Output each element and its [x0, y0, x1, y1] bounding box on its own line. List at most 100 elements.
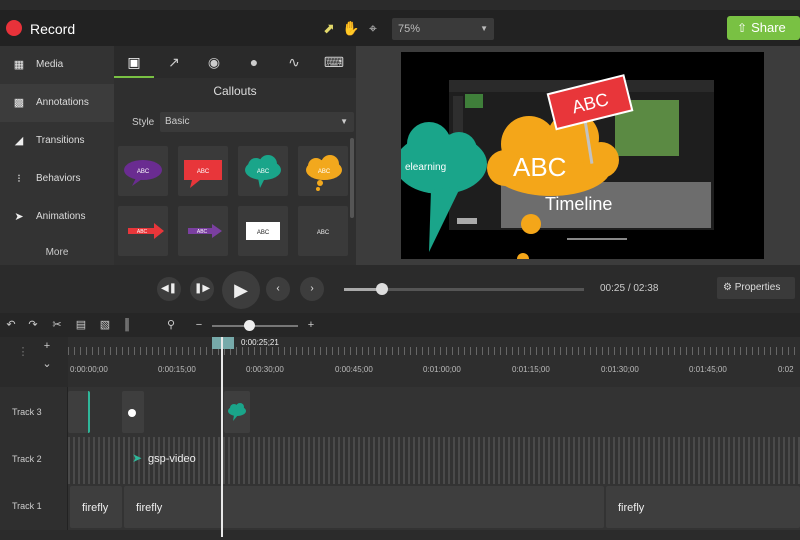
timeline-text: Timeline [545, 194, 612, 214]
next-icon[interactable]: › [300, 277, 324, 301]
sidebar-item-transitions[interactable]: ◢ Transitions [0, 122, 114, 160]
text-callout-icon: ABC [317, 230, 330, 236]
callout-thumb[interactable]: ABC [238, 206, 288, 256]
callouts-panel: ▣ ↗ ◉ ● ∿ ⌨ Callouts Style Basic ▼ ABC A… [114, 46, 356, 265]
hand-icon[interactable]: ✋ [340, 18, 362, 38]
add-track-icon[interactable]: + [40, 339, 54, 353]
step-forward-icon[interactable]: ❚▶ [190, 277, 214, 301]
callout-thumb[interactable]: ABC [118, 206, 168, 256]
split-icon[interactable]: ║ [120, 318, 134, 332]
timeline-ruler[interactable]: + ⌄ ⋮ 0:00:25;21 0:00:00;00 0:00:15;00 0… [0, 337, 800, 387]
crop-icon[interactable]: ⌖ [362, 18, 384, 38]
callout-thumb[interactable]: ABC [238, 146, 288, 196]
total-time: 02:38 [633, 283, 659, 294]
chevron-down-icon: ▼ [340, 117, 348, 126]
playhead-line[interactable] [221, 337, 223, 537]
sidebar-item-behaviors[interactable]: ⁝ Behaviors [0, 160, 114, 198]
track-header[interactable]: Track 1 [0, 484, 68, 530]
zoom-select[interactable]: 75% ▼ [392, 18, 494, 40]
canvas-area: elearning ABC ABC Timeline [356, 46, 800, 265]
time-separator: / [627, 283, 631, 294]
ruler-label: 0:01:45;00 [689, 365, 727, 374]
pointer-icon[interactable]: ⬈ [318, 18, 340, 38]
ruler-label: 0:01:00;00 [423, 365, 461, 374]
top-toolbar: Record ⬈ ✋ ⌖ 75% ▼ ⇧ Share [0, 10, 800, 46]
cut-icon[interactable]: ✂ [50, 318, 64, 332]
sidebar-item-annotations[interactable]: ▩ Annotations [0, 84, 114, 122]
track-lane[interactable]: firefly firefly firefly [68, 484, 800, 530]
more-button[interactable]: More [0, 242, 114, 264]
zoom-in-icon[interactable]: + [304, 318, 318, 332]
blur-tab-icon[interactable]: ● [234, 46, 274, 78]
svg-text:ABC: ABC [257, 169, 270, 175]
svg-text:ABC: ABC [317, 230, 330, 236]
svg-text:elearning: elearning [405, 162, 446, 173]
callout-clip[interactable] [224, 391, 250, 433]
keyframe-icon [128, 409, 136, 417]
keystroke-tab-icon[interactable]: ⌨ [314, 46, 354, 78]
track-1: Track 1 firefly firefly firefly [0, 484, 800, 530]
redo-icon[interactable]: ↷ [26, 318, 40, 332]
style-value: Basic [165, 116, 190, 127]
share-icon: ⇧ [737, 21, 748, 35]
playback-scrubber[interactable] [344, 283, 584, 295]
timeline-clip[interactable]: firefly [606, 486, 800, 528]
svg-text:ABC: ABC [197, 169, 210, 175]
timeline-clip[interactable] [68, 391, 90, 433]
paste-icon[interactable]: ▧ [98, 318, 112, 332]
callout-thumb[interactable]: ABC [298, 146, 348, 196]
ruler-label: 0:01:15;00 [512, 365, 550, 374]
preview-canvas[interactable]: elearning ABC ABC Timeline [401, 52, 764, 259]
timeline-clip[interactable]: firefly [70, 486, 122, 528]
track-header[interactable]: Track 2 [0, 437, 68, 484]
callout-thumb[interactable]: ABC [298, 206, 348, 256]
track-3: Track 3 [0, 387, 800, 437]
current-time: 00:25 [600, 283, 626, 294]
zoom-out-icon[interactable]: − [192, 318, 206, 332]
share-button[interactable]: ⇧ Share [727, 16, 800, 40]
timeline-clip[interactable] [122, 391, 144, 433]
record-button[interactable]: Record [30, 21, 75, 37]
arrow-tab-icon[interactable]: ↗ [154, 46, 194, 78]
annotation-tabs: ▣ ↗ ◉ ● ∿ ⌨ [114, 46, 356, 78]
chevron-down-icon[interactable]: ⌄ [40, 357, 54, 371]
arrow-callout-icon: ABC [188, 224, 222, 238]
sketch-tab-icon[interactable]: ∿ [274, 46, 314, 78]
callout-tab-icon[interactable]: ▣ [114, 46, 154, 78]
playhead-handle[interactable] [212, 337, 234, 349]
ruler-label: 0:01:30;00 [601, 365, 639, 374]
magnify-icon: ⋮ [17, 346, 29, 358]
track-header[interactable]: Track 3 [0, 387, 68, 437]
zoom-slider-knob[interactable] [244, 320, 255, 331]
previous-icon[interactable]: ‹ [266, 277, 290, 301]
timeline-zoom-slider[interactable] [212, 325, 298, 327]
track-lane[interactable]: ➤ gsp-video [68, 437, 800, 484]
copy-icon[interactable]: ▤ [74, 318, 88, 332]
ruler-label: 0:00:00;00 [70, 365, 108, 374]
step-back-icon[interactable]: ◀❚ [157, 277, 181, 301]
callout-thumb[interactable]: ABC [118, 146, 168, 196]
record-icon[interactable] [6, 20, 22, 36]
search-icon[interactable]: ⚲ [164, 318, 178, 332]
svg-text:ABC: ABC [197, 229, 208, 235]
play-icon[interactable]: ▶ [222, 271, 260, 309]
sidebar-item-animations[interactable]: ➤ Animations [0, 198, 114, 236]
track-lane[interactable] [68, 387, 800, 437]
properties-label: Properties [734, 282, 781, 293]
callout-thumb[interactable]: ABC [178, 146, 228, 196]
panel-scrollbar[interactable] [350, 138, 354, 218]
undo-icon[interactable]: ↶ [4, 318, 18, 332]
callout-thumb[interactable]: ABC [178, 206, 228, 256]
timeline-clip[interactable]: firefly [124, 486, 604, 528]
shape-tab-icon[interactable]: ◉ [194, 46, 234, 78]
properties-button[interactable]: ⚙ Properties [717, 277, 795, 299]
clip-label: gsp-video [148, 453, 196, 465]
behaviors-icon: ⁝ [17, 173, 21, 185]
sidebar-item-label: Animations [36, 211, 86, 222]
svg-text:ABC: ABC [513, 152, 566, 182]
scrubber-knob[interactable] [376, 283, 389, 295]
media-icon: ▦ [13, 59, 25, 71]
tools-sidebar: ▦ Media ▩ Annotations ◢ Transitions ⁝ Be… [0, 46, 114, 265]
sidebar-item-media[interactable]: ▦ Media [0, 46, 114, 84]
style-select[interactable]: Basic ▼ [160, 112, 354, 132]
